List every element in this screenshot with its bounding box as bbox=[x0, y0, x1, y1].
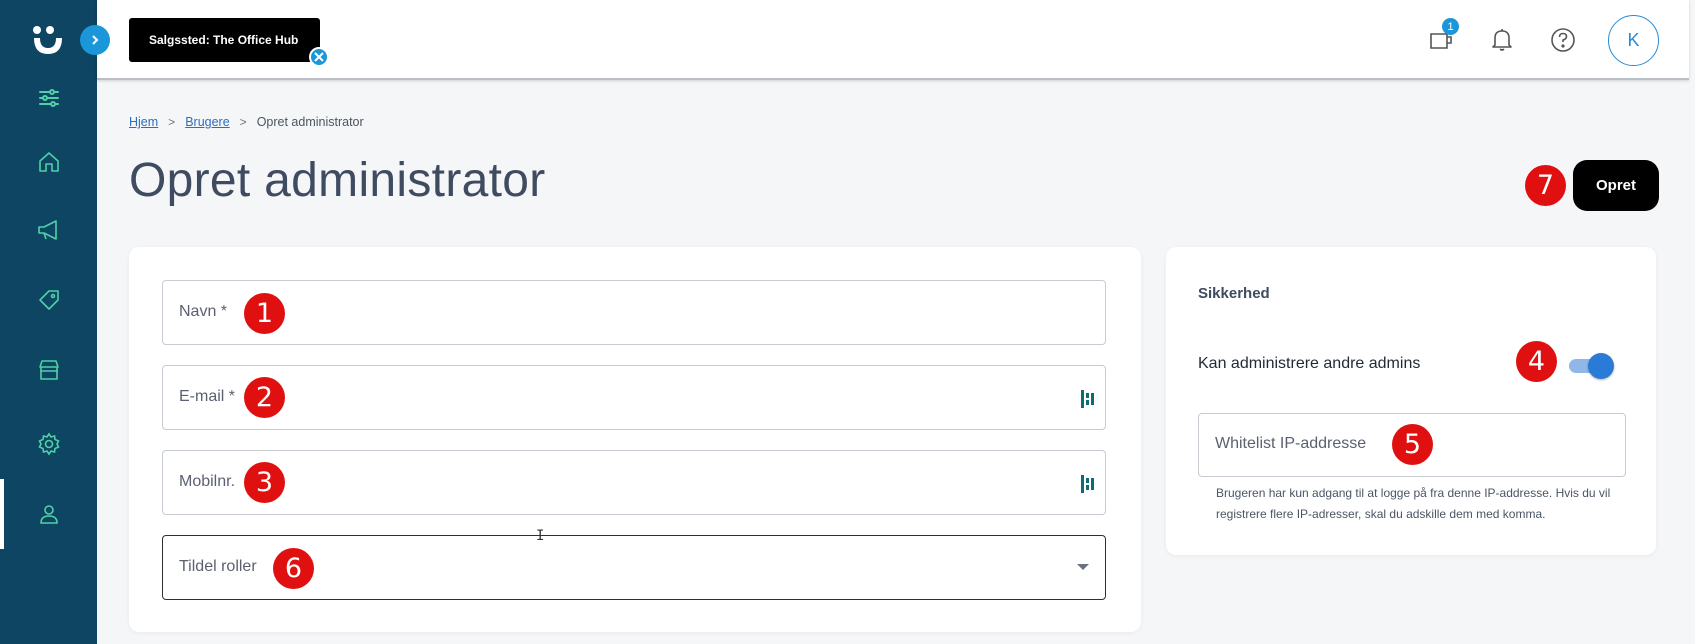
toggle-thumb bbox=[1588, 353, 1614, 379]
marker-3: 3 bbox=[244, 462, 285, 503]
text-cursor-icon: I bbox=[536, 528, 545, 544]
logo bbox=[33, 26, 62, 54]
tag-icon bbox=[38, 290, 59, 310]
admin-toggle-label: Kan administrere andre admins bbox=[1198, 355, 1421, 372]
store-chip-label: Salgssted: The Office Hub bbox=[149, 33, 299, 47]
notifications-button[interactable] bbox=[1484, 22, 1520, 58]
sidebar-item-stores[interactable] bbox=[0, 340, 97, 400]
breadcrumb-separator: > bbox=[239, 115, 247, 129]
email-field-label: E-mail * bbox=[179, 388, 236, 405]
avatar-initial: K bbox=[1627, 30, 1640, 50]
top-bar: Salgssted: The Office Hub 1 K bbox=[97, 0, 1689, 80]
sidebar-item-products[interactable] bbox=[0, 270, 97, 330]
security-card: Sikkerhed Kan administrere andre admins … bbox=[1166, 247, 1656, 555]
marker-7: 7 bbox=[1525, 165, 1566, 206]
breadcrumb-current: Opret administrator bbox=[256, 115, 364, 129]
sidebar-item-campaigns[interactable] bbox=[0, 200, 97, 260]
coffee-button[interactable]: 1 bbox=[1423, 18, 1459, 58]
mobile-field[interactable]: Mobilnr. bbox=[162, 450, 1106, 515]
marker-5: 5 bbox=[1392, 424, 1433, 465]
create-button-label: Opret bbox=[1595, 177, 1636, 194]
close-icon bbox=[314, 52, 324, 62]
store-chip[interactable]: Salgssted: The Office Hub bbox=[129, 18, 320, 62]
chevron-right-icon bbox=[92, 35, 99, 45]
autofill-icon[interactable] bbox=[1079, 473, 1097, 495]
gear-icon bbox=[37, 432, 60, 456]
marker-1: 1 bbox=[244, 293, 285, 334]
breadcrumb-home-link[interactable]: Hjem bbox=[129, 115, 158, 129]
breadcrumb-users-link[interactable]: Brugere bbox=[185, 115, 229, 129]
breadcrumb-separator: > bbox=[168, 115, 176, 129]
marker-6: 6 bbox=[273, 548, 314, 589]
sidebar-item-users[interactable] bbox=[0, 479, 97, 549]
sidebar-expand-button[interactable] bbox=[80, 25, 110, 55]
notification-count-badge: 1 bbox=[1442, 18, 1459, 35]
admin-toggle[interactable] bbox=[1567, 353, 1614, 379]
marker-2: 2 bbox=[244, 377, 285, 418]
page-title: Opret administrator bbox=[129, 154, 546, 207]
roles-select-label: Tildel roller bbox=[179, 558, 257, 575]
chevron-down-icon bbox=[1077, 564, 1089, 570]
name-field[interactable]: Navn * bbox=[162, 280, 1106, 345]
whitelist-ip-helper-text: Brugeren har kun adgang til at logge på … bbox=[1216, 486, 1611, 521]
sidebar-item-settings[interactable] bbox=[0, 414, 97, 474]
breadcrumb: Hjem > Brugere > Opret administrator bbox=[129, 115, 364, 129]
help-button[interactable] bbox=[1545, 22, 1581, 58]
bell-icon bbox=[1492, 29, 1512, 51]
user-icon bbox=[39, 505, 58, 524]
sidebar-item-home[interactable] bbox=[0, 132, 97, 192]
marker-4: 4 bbox=[1516, 341, 1557, 382]
help-icon bbox=[1551, 28, 1575, 52]
create-button[interactable]: Opret bbox=[1573, 160, 1659, 211]
whitelist-ip-label: Whitelist IP-addresse bbox=[1215, 435, 1367, 452]
sidebar bbox=[0, 0, 97, 644]
home-icon bbox=[38, 152, 59, 172]
security-title: Sikkerhed bbox=[1198, 285, 1270, 302]
mobile-field-label: Mobilnr. bbox=[179, 473, 236, 490]
sliders-icon bbox=[38, 89, 59, 107]
autofill-icon[interactable] bbox=[1079, 388, 1097, 410]
user-avatar[interactable]: K bbox=[1608, 15, 1659, 66]
store-chip-close-button[interactable] bbox=[309, 47, 329, 67]
store-icon bbox=[38, 360, 59, 380]
email-field[interactable]: E-mail * bbox=[162, 365, 1106, 430]
sidebar-item-settings-sliders[interactable] bbox=[0, 68, 97, 128]
name-field-label: Navn * bbox=[179, 303, 228, 320]
megaphone-icon bbox=[37, 220, 57, 240]
